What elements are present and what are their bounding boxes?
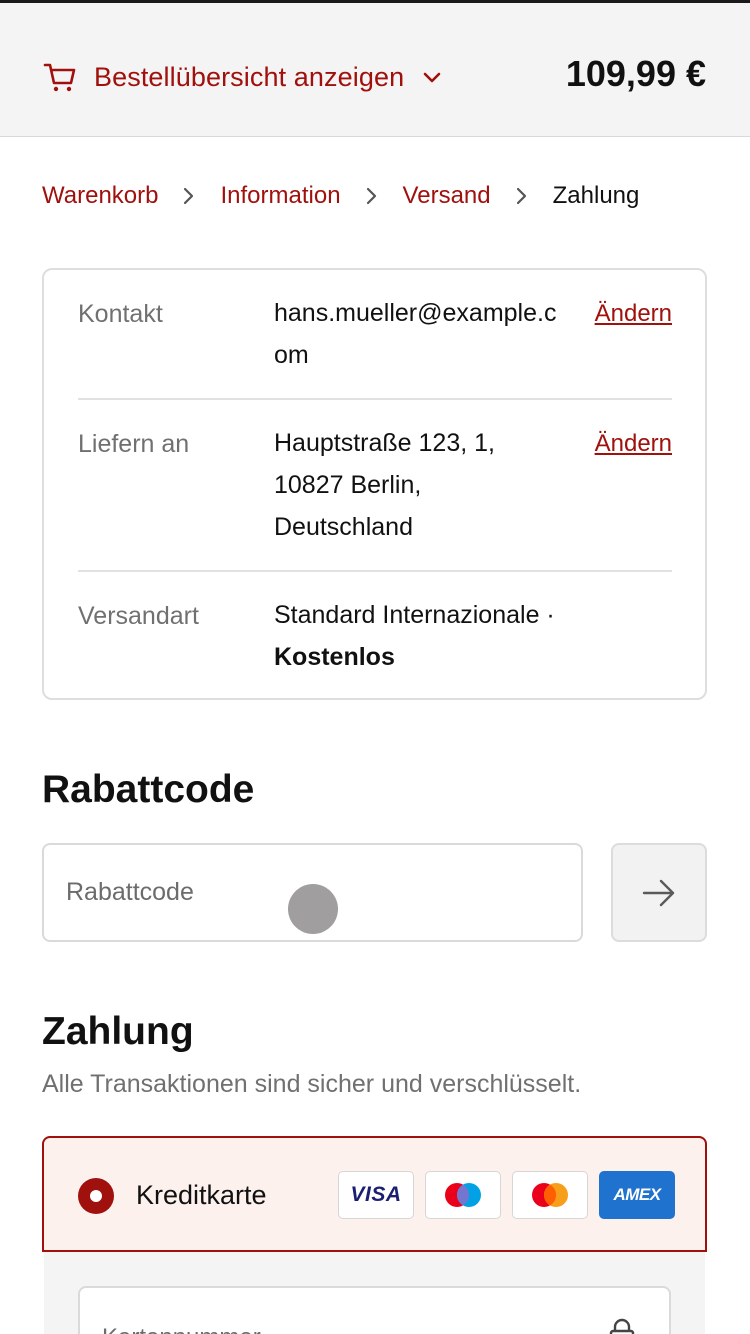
review-row-contact: Kontakt hans.mueller@example.com Ändern	[78, 299, 672, 400]
change-address-link[interactable]: Ändern	[595, 430, 672, 458]
lock-icon	[609, 1318, 635, 1334]
order-total: 109,99 €	[565, 53, 706, 94]
amex-logo-icon: AMEX	[599, 1171, 675, 1219]
breadcrumb-payment: Zahlung	[552, 182, 640, 209]
chevron-right-icon	[515, 186, 529, 206]
divider	[78, 398, 672, 400]
payment-option-credit-card[interactable]: Kreditkarte VISA AMEX	[42, 1136, 707, 1252]
ship-to-value: Hauptstraße 123, 1, 10827 Berlin, Deutsc…	[274, 429, 495, 541]
chevron-right-icon	[182, 186, 196, 206]
discount-title: Rabattcode	[42, 768, 255, 811]
payment-title: Zahlung	[42, 1010, 194, 1053]
ship-to-label: Liefern an	[78, 430, 190, 458]
maestro-logo-icon	[425, 1171, 501, 1219]
shipping-method-value: Standard Internazionale · Kostenlos	[274, 594, 654, 678]
shipping-method-price: Kostenlos	[274, 643, 395, 671]
radio-selected[interactable]	[78, 1178, 114, 1214]
shipping-method-label: Versandart	[78, 602, 199, 630]
apply-discount-button[interactable]	[611, 843, 707, 942]
visa-logo-icon: VISA	[338, 1171, 414, 1219]
review-row-ship-to: Liefern an Hauptstraße 123, 1, 10827 Ber…	[78, 429, 672, 560]
contact-label: Kontakt	[78, 300, 163, 328]
payment-option-label: Kreditkarte	[136, 1180, 267, 1210]
contact-value: hans.mueller@example.com	[274, 299, 557, 369]
chevron-right-icon	[365, 186, 379, 206]
order-summary-toggle[interactable]: Bestellübersicht anzeigen	[42, 57, 444, 97]
cart-icon	[43, 63, 76, 92]
breadcrumb-shipping[interactable]: Versand	[403, 182, 491, 210]
amex-logo-text: AMEX	[613, 1185, 661, 1204]
order-summary-label: Bestellübersicht anzeigen	[94, 61, 405, 92]
shipping-method-name: Standard Internazionale ·	[274, 601, 555, 629]
breadcrumb: Warenkorb Information Versand Zahlung	[42, 182, 639, 210]
card-number-placeholder: Kartennummer	[102, 1324, 261, 1334]
payment-subtitle: Alle Transaktionen sind sicher und versc…	[42, 1070, 582, 1098]
breadcrumb-cart[interactable]: Warenkorb	[42, 182, 158, 210]
order-summary-bar: Bestellübersicht anzeigen 109,99 €	[0, 3, 750, 137]
review-row-shipping-method: Versandart Standard Internazionale · Kos…	[78, 601, 672, 692]
arrow-right-icon	[642, 879, 675, 906]
checkout-review-box: Kontakt hans.mueller@example.com Ändern …	[42, 268, 707, 700]
divider	[78, 570, 672, 572]
change-contact-link[interactable]: Ändern	[595, 300, 672, 328]
card-logos: VISA AMEX	[338, 1171, 675, 1219]
mastercard-logo-icon	[512, 1171, 588, 1219]
visa-logo-text: VISA	[350, 1183, 402, 1206]
touch-indicator	[288, 884, 338, 934]
breadcrumb-information[interactable]: Information	[220, 182, 340, 210]
card-number-input[interactable]: Kartennummer	[78, 1286, 671, 1334]
chevron-down-icon	[423, 72, 441, 83]
